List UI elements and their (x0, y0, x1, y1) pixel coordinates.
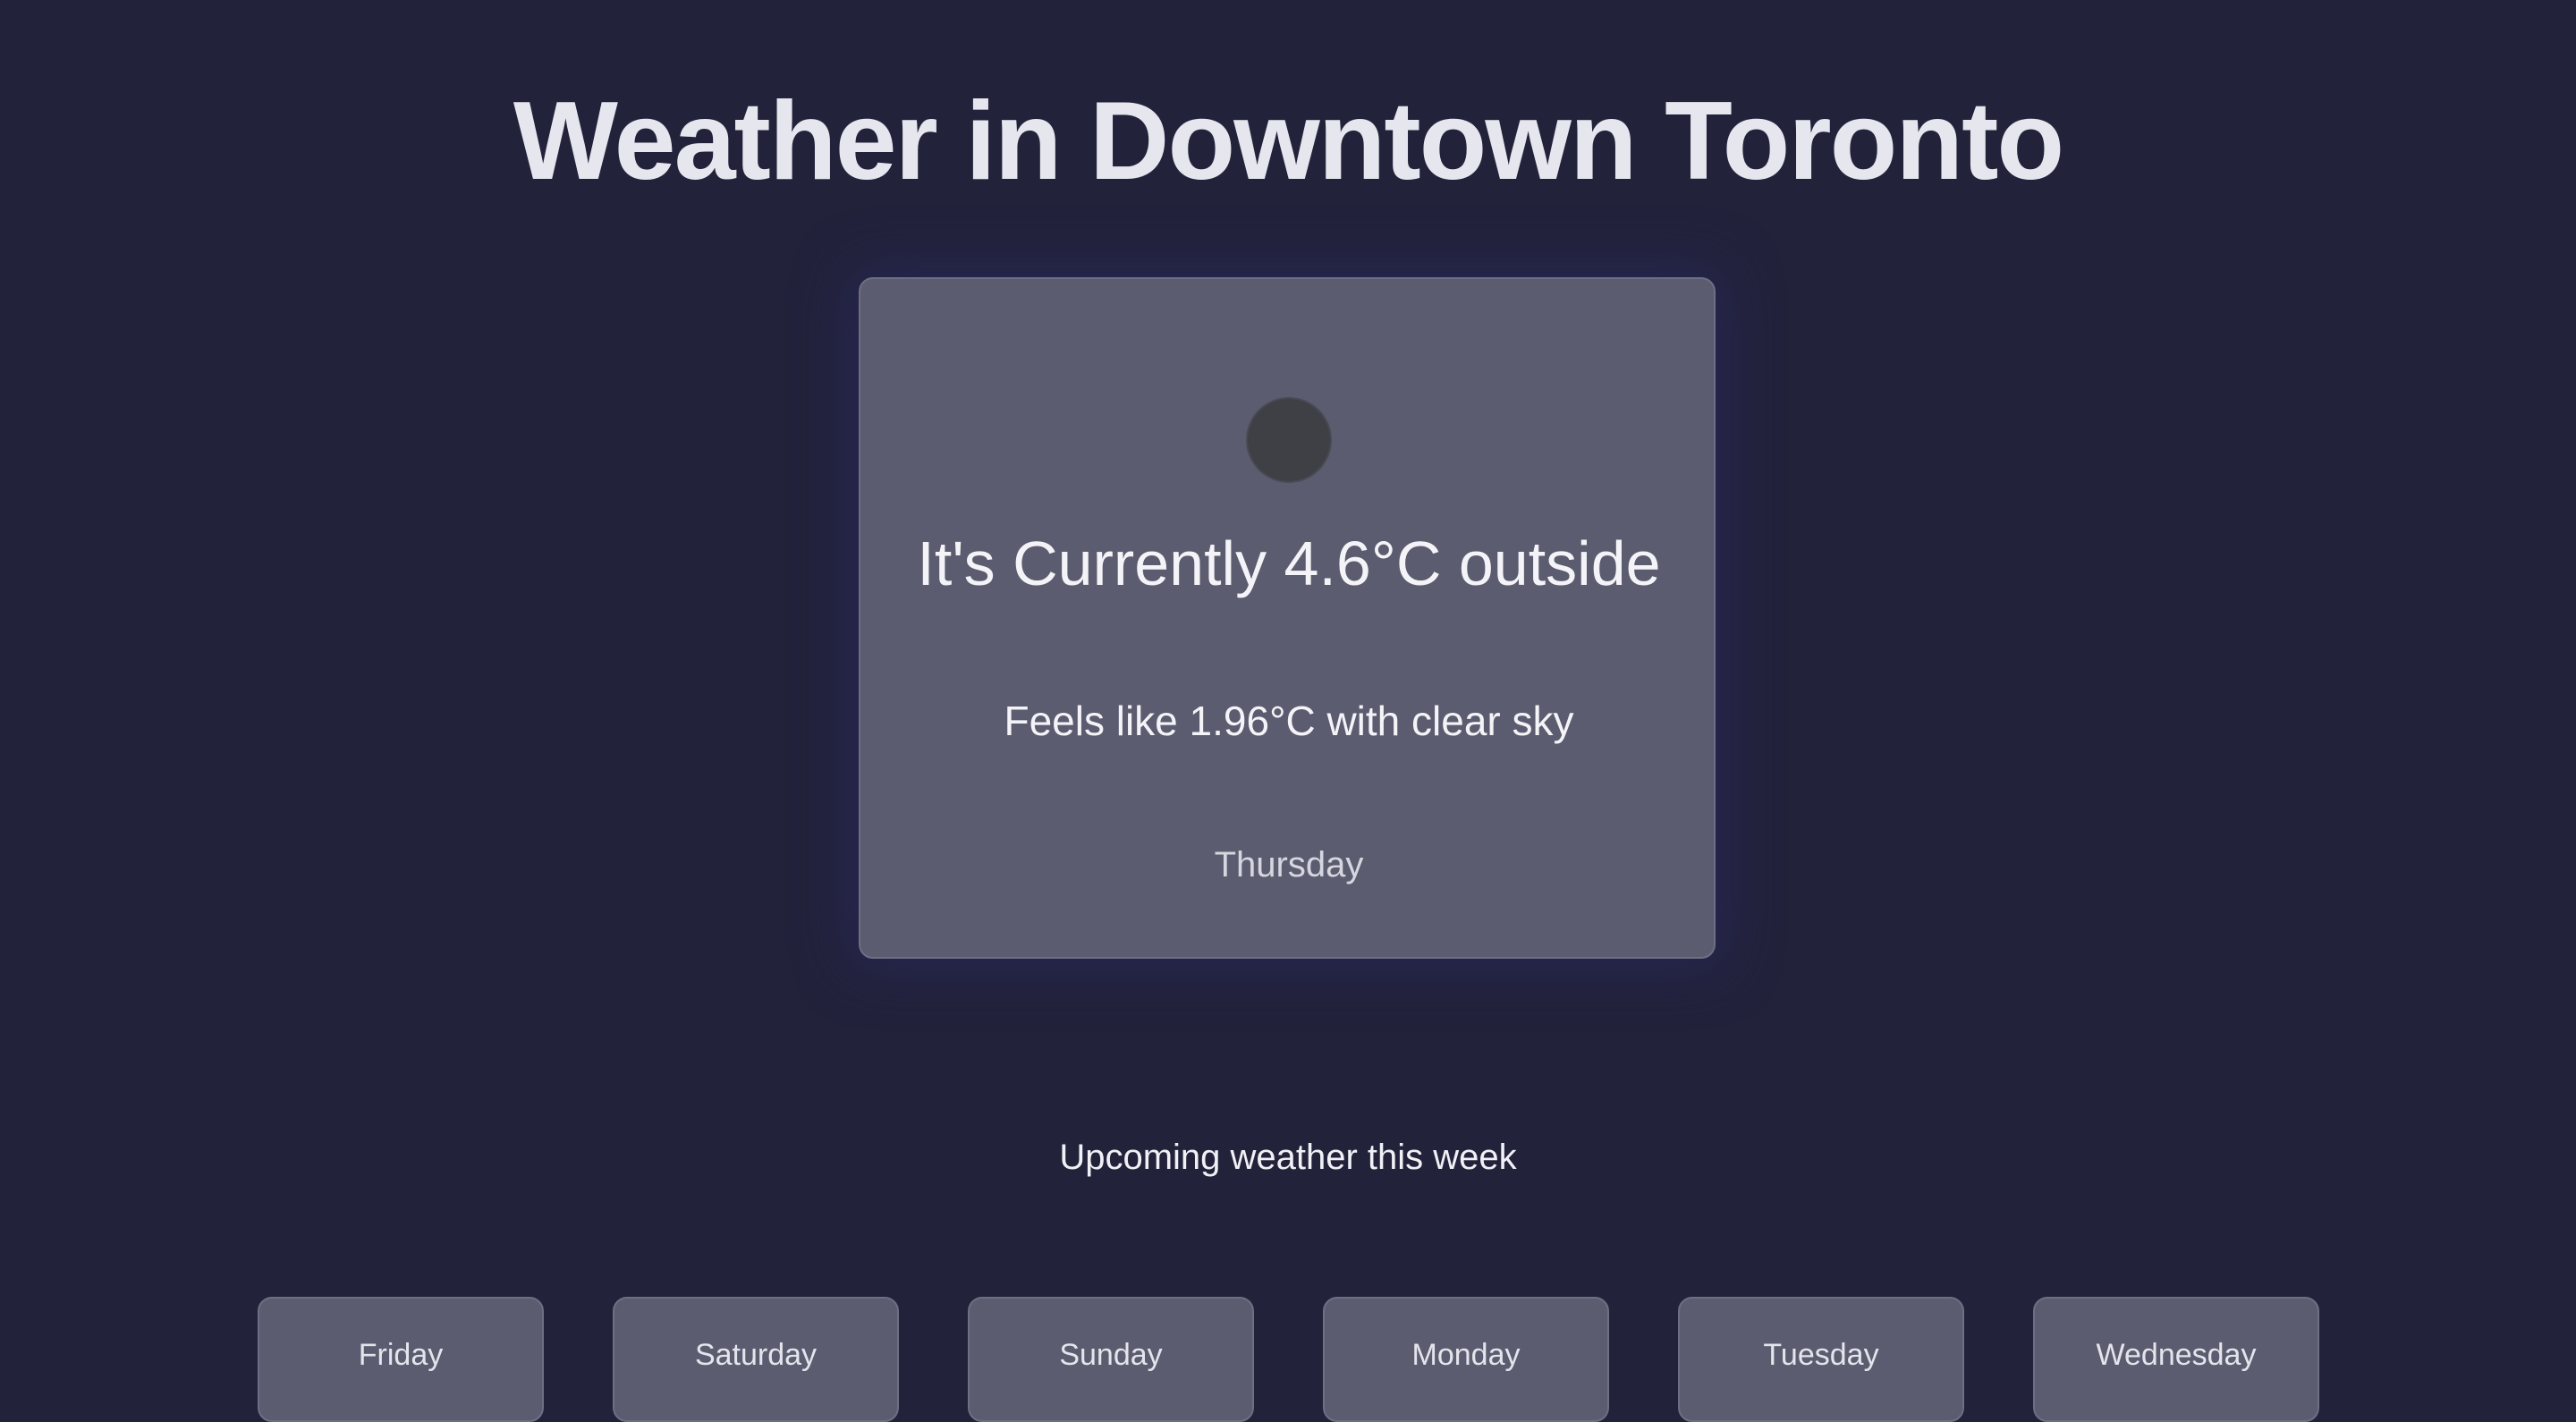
current-day-label: Thursday (1214, 845, 1364, 885)
forecast-day-label: Friday (358, 1338, 444, 1372)
forecast-card-friday[interactable]: Friday (258, 1297, 544, 1422)
forecast-list: Friday Saturday Sunday Monday Tuesday We… (0, 1297, 2576, 1422)
forecast-card-sunday[interactable]: Sunday (968, 1297, 1254, 1422)
forecast-card-wednesday[interactable]: Wednesday (2033, 1297, 2319, 1422)
page-title: Weather in Downtown Toronto (513, 80, 2064, 203)
upcoming-weather-heading: Upcoming weather this week (1059, 1138, 1517, 1177)
forecast-day-label: Monday (1411, 1338, 1521, 1372)
current-weather-card: It's Currently 4.6°C outside Feels like … (859, 277, 1716, 959)
feels-like-text: Feels like 1.96°C with clear sky (1004, 698, 1574, 744)
forecast-day-label: Sunday (1059, 1338, 1163, 1372)
forecast-card-monday[interactable]: Monday (1323, 1297, 1609, 1422)
forecast-card-saturday[interactable]: Saturday (613, 1297, 899, 1422)
forecast-day-label: Wednesday (2096, 1338, 2257, 1372)
forecast-day-label: Saturday (694, 1338, 818, 1372)
current-temperature: It's Currently 4.6°C outside (917, 529, 1661, 598)
weather-condition-icon (1246, 397, 1332, 483)
forecast-card-tuesday[interactable]: Tuesday (1678, 1297, 1964, 1422)
forecast-day-label: Tuesday (1763, 1338, 1879, 1372)
